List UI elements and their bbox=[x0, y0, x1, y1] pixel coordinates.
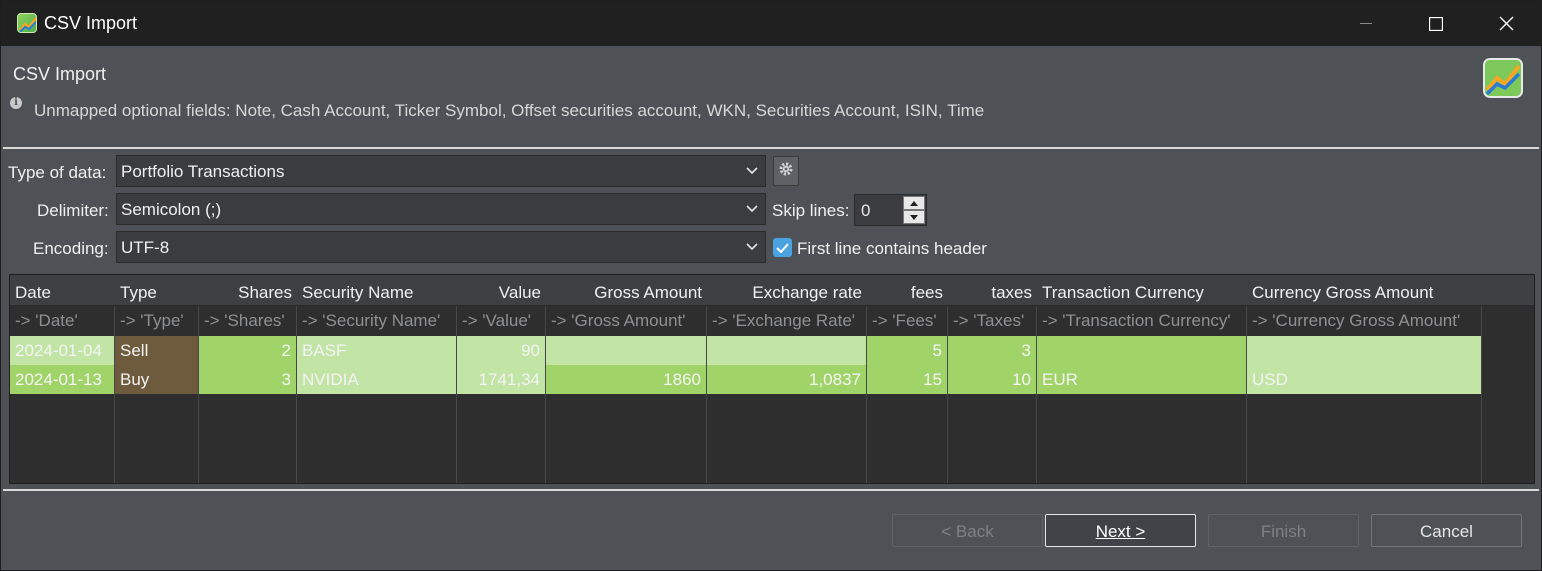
footer-divider bbox=[3, 489, 1539, 491]
type-of-data-value: Portfolio Transactions bbox=[121, 162, 285, 181]
table-cell[interactable]: 3 bbox=[948, 336, 1036, 365]
column-header[interactable]: taxes bbox=[948, 275, 1037, 306]
column-mapping[interactable]: -> 'Gross Amount' bbox=[546, 306, 707, 336]
table-cell[interactable]: 1860 bbox=[546, 365, 706, 394]
first-line-header-label: First line contains header bbox=[797, 239, 987, 258]
delimiter-select[interactable]: Semicolon (;) bbox=[116, 193, 766, 225]
column-header[interactable]: Security Name bbox=[297, 275, 457, 306]
table-cell[interactable] bbox=[707, 336, 866, 365]
table-cell[interactable]: 5 bbox=[867, 336, 947, 365]
type-of-data-label: Type of data: bbox=[8, 163, 107, 182]
column-header[interactable]: Shares bbox=[199, 275, 297, 306]
column-header[interactable]: Currency Gross Amount bbox=[1247, 275, 1482, 306]
table-cell[interactable]: 10 bbox=[948, 365, 1036, 394]
table-cell[interactable]: 90 bbox=[457, 336, 545, 365]
chevron-down-icon bbox=[739, 156, 765, 186]
close-button[interactable] bbox=[1471, 1, 1541, 46]
wizard-logo-icon bbox=[1483, 58, 1523, 98]
column-mapping[interactable]: -> 'Date' bbox=[10, 306, 115, 336]
table-cell[interactable] bbox=[546, 336, 706, 365]
csv-import-dialog: CSV Import CSV Import i Unmapped optiona… bbox=[0, 0, 1542, 571]
chevron-down-icon bbox=[739, 232, 765, 262]
gear-icon bbox=[778, 161, 794, 182]
app-icon bbox=[17, 13, 37, 33]
delimiter-value: Semicolon (;) bbox=[121, 200, 222, 219]
table-cell[interactable]: NVIDIA bbox=[297, 365, 456, 394]
table-cell[interactable]: 3 bbox=[199, 365, 296, 394]
table-cell[interactable]: Buy bbox=[115, 365, 198, 394]
table-cell[interactable] bbox=[1247, 336, 1481, 365]
column-mapping[interactable]: -> 'Value' bbox=[457, 306, 546, 336]
table-cell[interactable]: USD bbox=[1247, 365, 1481, 394]
column-mapping[interactable]: -> 'Type' bbox=[115, 306, 199, 336]
checkmark-icon bbox=[776, 238, 789, 258]
type-of-data-select[interactable]: Portfolio Transactions bbox=[116, 155, 766, 187]
column-header[interactable]: Transaction Currency bbox=[1037, 275, 1247, 306]
encoding-label: Encoding: bbox=[33, 239, 109, 258]
minimize-button[interactable] bbox=[1331, 1, 1401, 46]
column-header[interactable]: Date bbox=[10, 275, 115, 306]
column-header[interactable]: Type bbox=[115, 275, 199, 306]
table-cell[interactable]: EUR bbox=[1037, 365, 1246, 394]
chevron-down-icon bbox=[739, 194, 765, 224]
column-mapping[interactable]: -> 'Taxes' bbox=[948, 306, 1037, 336]
table-cell[interactable]: 2024-01-13 bbox=[10, 365, 114, 394]
column-mapping[interactable]: -> 'Transaction Currency' bbox=[1037, 306, 1247, 336]
skip-lines-spinner[interactable]: 0 bbox=[854, 194, 927, 226]
info-message: Unmapped optional fields: Note, Cash Acc… bbox=[34, 101, 985, 120]
spinner-down-button[interactable] bbox=[903, 210, 925, 224]
column-mapping[interactable]: -> 'Security Name' bbox=[297, 306, 457, 336]
spinner-up-button[interactable] bbox=[903, 196, 925, 210]
header-divider bbox=[3, 147, 1539, 149]
next-button-label: Next > bbox=[1095, 522, 1146, 541]
column-header[interactable]: Value bbox=[457, 275, 546, 306]
first-line-header-checkbox[interactable] bbox=[773, 238, 792, 257]
table-cell[interactable]: 2024-01-04 bbox=[10, 336, 114, 365]
window-title: CSV Import bbox=[44, 13, 138, 33]
settings-button[interactable] bbox=[773, 156, 799, 186]
table-cell[interactable]: BASF bbox=[297, 336, 456, 365]
table-cell[interactable]: 15 bbox=[867, 365, 947, 394]
encoding-select[interactable]: UTF-8 bbox=[116, 231, 766, 263]
column-mapping[interactable]: -> 'Shares' bbox=[199, 306, 297, 336]
column-mapping[interactable]: -> 'Currency Gross Amount' bbox=[1247, 306, 1482, 336]
cancel-button[interactable]: Cancel bbox=[1371, 514, 1522, 547]
table-cell[interactable]: 1,0837 bbox=[707, 365, 866, 394]
page-title: CSV Import bbox=[13, 64, 107, 84]
maximize-button[interactable] bbox=[1401, 1, 1471, 46]
table-cell[interactable]: 2 bbox=[199, 336, 296, 365]
next-button[interactable]: Next > bbox=[1045, 514, 1196, 547]
finish-button[interactable]: Finish bbox=[1208, 514, 1359, 547]
column-header[interactable]: Exchange rate bbox=[707, 275, 867, 306]
delimiter-label: Delimiter: bbox=[37, 201, 109, 220]
csv-preview-table: Date -> 'Date' Type -> 'Type' Shares -> 'Shar… bbox=[9, 274, 1535, 484]
encoding-value: UTF-8 bbox=[121, 238, 170, 257]
skip-lines-label: Skip lines: bbox=[772, 201, 850, 220]
skip-lines-value: 0 bbox=[861, 201, 871, 220]
header-filler bbox=[1482, 275, 1534, 306]
column-header[interactable]: Gross Amount bbox=[546, 275, 707, 306]
column-mapping[interactable]: -> 'Fees' bbox=[867, 306, 948, 336]
title-bar: CSV Import bbox=[1, 1, 1541, 46]
column-mapping[interactable]: -> 'Exchange Rate' bbox=[707, 306, 867, 336]
table-cell[interactable] bbox=[1037, 336, 1246, 365]
wizard-header: CSV Import i Unmapped optional fields: N… bbox=[1, 46, 1541, 148]
info-icon: i bbox=[10, 97, 22, 109]
back-button[interactable]: < Back bbox=[892, 514, 1043, 547]
column-header[interactable]: fees bbox=[867, 275, 948, 306]
table-cell[interactable]: Sell bbox=[115, 336, 198, 365]
table-cell[interactable]: 1741,34 bbox=[457, 365, 545, 394]
